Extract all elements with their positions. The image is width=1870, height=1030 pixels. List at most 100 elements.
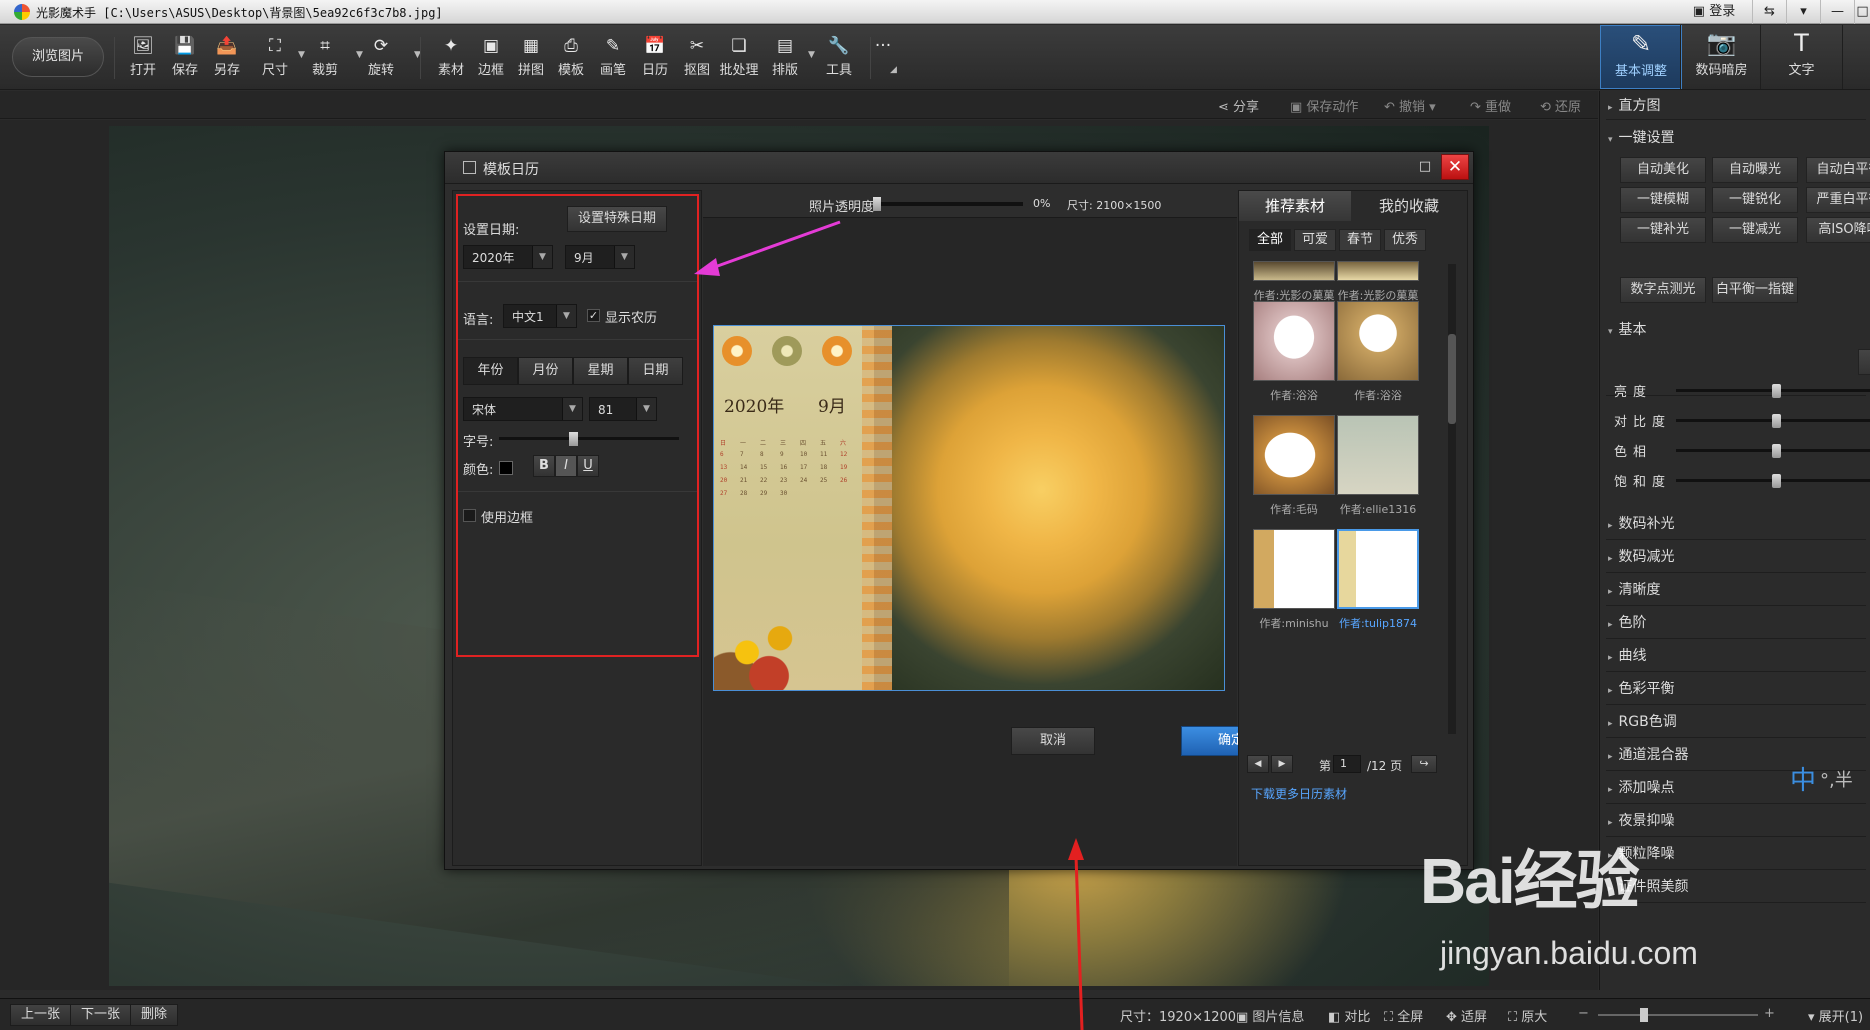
adjust-section[interactable]: ▸ 数码补光 bbox=[1608, 513, 1675, 533]
template-thumbnail[interactable] bbox=[1337, 301, 1419, 381]
template-thumbnail[interactable] bbox=[1253, 415, 1335, 495]
toolbar-expand-icon[interactable]: ◢ bbox=[890, 65, 897, 75]
tab-favorites[interactable]: 我的收藏 bbox=[1353, 191, 1465, 221]
delete-button[interactable]: 删除 bbox=[130, 1004, 179, 1026]
material-button[interactable]: ✦ 素材 bbox=[430, 35, 472, 83]
cutout-button[interactable]: ✂ 抠图 bbox=[676, 35, 718, 83]
dialog-titlebar[interactable]: 模板日历 □ ✕ bbox=[445, 152, 1473, 184]
adjust-section[interactable]: ▸ 添加噪点 bbox=[1608, 777, 1675, 797]
adjust-section[interactable]: ▸ 清晰度 bbox=[1608, 579, 1661, 599]
zoom-slider-knob[interactable] bbox=[1640, 1008, 1648, 1022]
filter-excellent[interactable]: 优秀 bbox=[1384, 229, 1426, 251]
restore-button[interactable]: ⟲ 还原 bbox=[1540, 96, 1581, 115]
layout-button[interactable]: ▤ 排版 bbox=[764, 35, 806, 83]
oneclick-button[interactable]: 一键锐化 bbox=[1712, 187, 1798, 213]
slider-track[interactable] bbox=[1676, 384, 1870, 398]
adjust-slider[interactable]: 饱和度 bbox=[1614, 471, 1870, 490]
slider-knob[interactable] bbox=[1772, 474, 1781, 488]
tab-digital-darkroom[interactable]: 📷 数码暗房 bbox=[1680, 25, 1762, 89]
login-button[interactable]: ▣ 登录 bbox=[1678, 0, 1750, 24]
oneclick-button[interactable]: 自动美化 bbox=[1620, 157, 1706, 183]
oneclick-section[interactable]: ▾ 一键设置 bbox=[1608, 127, 1675, 147]
adjust-section[interactable]: ▸ 通道混合器 bbox=[1608, 744, 1689, 764]
tab-recommended[interactable]: 推荐素材 bbox=[1239, 191, 1351, 221]
oneclick-button[interactable]: 高ISO降噪 bbox=[1806, 217, 1870, 243]
histogram-section[interactable]: ▸ 直方图 bbox=[1608, 95, 1661, 115]
browse-images-button[interactable]: 浏览图片 bbox=[12, 37, 104, 77]
original-size-button[interactable]: ⛶ 原大 bbox=[1508, 1006, 1547, 1025]
template-thumbnail[interactable] bbox=[1337, 261, 1419, 281]
zoom-slider[interactable] bbox=[1598, 1008, 1758, 1022]
oneclick-button[interactable]: 严重白平衡 bbox=[1806, 187, 1870, 213]
scrollbar-thumb[interactable] bbox=[1448, 334, 1456, 424]
adjust-section[interactable]: ▸ 曲线 bbox=[1608, 645, 1647, 665]
opacity-slider-knob[interactable] bbox=[873, 197, 881, 211]
menu-icon[interactable]: ▾ bbox=[1786, 0, 1820, 24]
download-more-link[interactable]: 下载更多日历素材 bbox=[1251, 785, 1347, 802]
ime-mode-indicator[interactable]: 中 bbox=[1790, 760, 1816, 797]
ime-punct-indicator[interactable]: °,半 bbox=[1820, 766, 1853, 792]
page-next-icon[interactable]: ▶ bbox=[1271, 755, 1293, 773]
batch-button[interactable]: ❏ 批处理 bbox=[718, 35, 760, 83]
cancel-button[interactable]: 取消 bbox=[1011, 727, 1095, 755]
redo-button[interactable]: ↷ 重做 bbox=[1470, 96, 1511, 115]
open-button[interactable]: 🖼 打开 bbox=[122, 35, 164, 83]
adjust-section[interactable]: ▸ 色阶 bbox=[1608, 612, 1647, 632]
dialog-maximize-icon[interactable]: □ bbox=[1413, 155, 1437, 179]
material-scrollbar[interactable] bbox=[1448, 264, 1456, 734]
dropdown-arrow-icon[interactable]: ▼ bbox=[298, 50, 305, 60]
slider-knob[interactable] bbox=[1772, 384, 1781, 398]
size-button[interactable]: ⛶ 尺寸 bbox=[254, 35, 296, 83]
template-thumbnail[interactable] bbox=[1337, 529, 1419, 609]
dialog-close-icon[interactable]: ✕ bbox=[1441, 154, 1469, 180]
reset-button[interactable] bbox=[1858, 349, 1870, 375]
oneclick-button[interactable]: 一键减光 bbox=[1712, 217, 1798, 243]
oneclick-button[interactable]: 白平衡一指键 bbox=[1712, 277, 1798, 303]
save-action-button[interactable]: ▣ 保存动作 bbox=[1290, 96, 1358, 115]
adjust-slider[interactable]: 亮度 bbox=[1614, 381, 1870, 400]
tab-basic-adjust[interactable]: ✎ 基本调整 bbox=[1600, 25, 1682, 89]
share-button[interactable]: ⋖ 分享 bbox=[1218, 96, 1259, 115]
basic-section[interactable]: ▾ 基本 bbox=[1608, 319, 1647, 339]
fit-screen-button[interactable]: ✥ 适屏 bbox=[1446, 1006, 1487, 1025]
adjust-section[interactable]: ▸ 夜景抑噪 bbox=[1608, 810, 1675, 830]
tab-text[interactable]: T 文字 bbox=[1760, 25, 1842, 89]
tab-more[interactable] bbox=[1842, 25, 1870, 89]
oneclick-button[interactable]: 一键模糊 bbox=[1620, 187, 1706, 213]
tools-button[interactable]: 🔧 工具 bbox=[818, 35, 860, 83]
maximize-icon[interactable]: □ bbox=[1854, 0, 1870, 24]
zoom-out-icon[interactable]: − bbox=[1578, 1006, 1589, 1021]
opacity-slider[interactable] bbox=[873, 197, 1023, 211]
filter-all[interactable]: 全部 bbox=[1249, 229, 1291, 251]
image-info-button[interactable]: ▣ 图片信息 bbox=[1236, 1006, 1304, 1025]
border-button[interactable]: ▣ 边框 bbox=[470, 35, 512, 83]
page-prev-icon[interactable]: ◀ bbox=[1247, 755, 1269, 773]
minimize-icon[interactable]: — bbox=[1820, 0, 1854, 24]
undo-button[interactable]: ↶ 撤销 ▾ bbox=[1384, 96, 1436, 115]
slider-knob[interactable] bbox=[1772, 414, 1781, 428]
expand-button[interactable]: ▾ 展开(1) bbox=[1808, 1006, 1863, 1025]
oneclick-button[interactable]: 一键补光 bbox=[1620, 217, 1706, 243]
filter-spring[interactable]: 春节 bbox=[1339, 229, 1381, 251]
adjust-slider[interactable]: 色相 bbox=[1614, 441, 1870, 460]
slider-track[interactable] bbox=[1676, 444, 1870, 458]
adjust-section[interactable]: ▸ 数码减光 bbox=[1608, 546, 1675, 566]
slider-track[interactable] bbox=[1676, 414, 1870, 428]
adjust-section[interactable]: ▸ 色彩平衡 bbox=[1608, 678, 1675, 698]
next-image-button[interactable]: 下一张 bbox=[70, 1004, 132, 1026]
calendar-button[interactable]: 📅 日历 bbox=[634, 35, 676, 83]
adjust-section[interactable]: ▸ RGB色调 bbox=[1608, 711, 1677, 731]
save-button[interactable]: 💾 保存 bbox=[164, 35, 206, 83]
page-go-icon[interactable]: ↪ bbox=[1411, 755, 1437, 773]
template-thumbnail[interactable] bbox=[1337, 415, 1419, 495]
skin-icon[interactable]: ⇆ bbox=[1752, 0, 1786, 24]
compare-button[interactable]: ◧ 对比 bbox=[1328, 1006, 1370, 1025]
dropdown-arrow-icon[interactable]: ▼ bbox=[808, 50, 815, 60]
zoom-in-icon[interactable]: + bbox=[1764, 1006, 1775, 1021]
filter-cute[interactable]: 可爱 bbox=[1294, 229, 1336, 251]
calendar-preview[interactable]: 2020年 9月 日 一 二 三 四 五 六 6 7 8 9 10 11 12 13 14 15 16 17 18 19… bbox=[713, 325, 1225, 691]
template-thumbnail[interactable] bbox=[1253, 529, 1335, 609]
template-thumbnail[interactable] bbox=[1253, 261, 1335, 281]
brush-button[interactable]: ✎ 画笔 bbox=[592, 35, 634, 83]
crop-button[interactable]: ⌗ 裁剪 bbox=[304, 35, 346, 83]
